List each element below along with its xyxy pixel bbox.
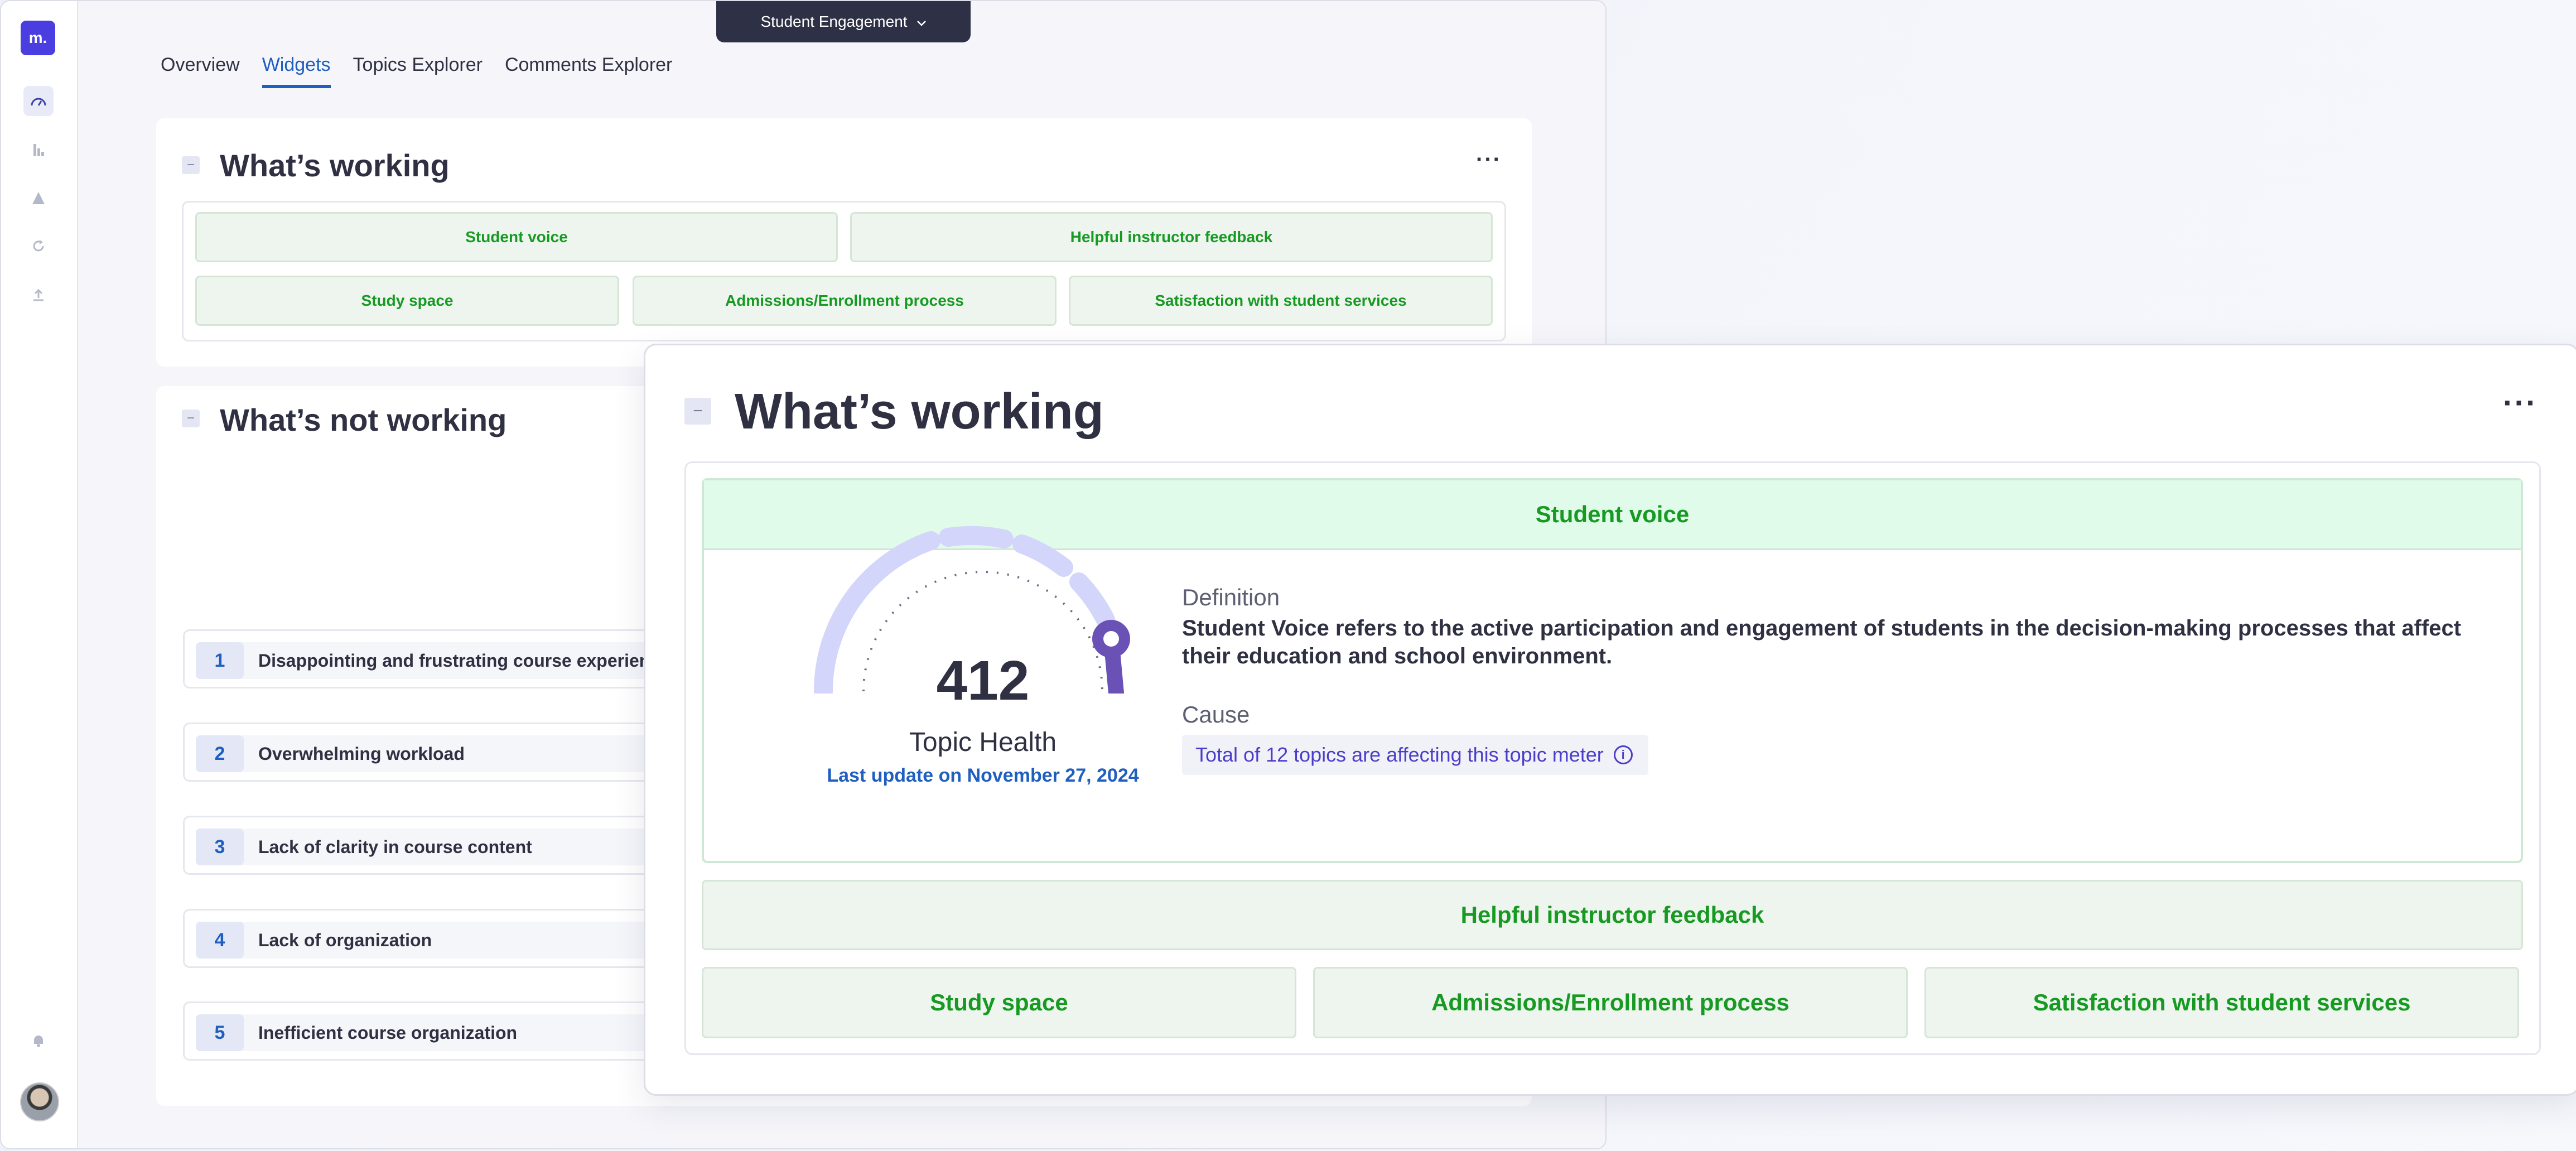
- bell-icon[interactable]: [23, 1025, 54, 1056]
- card-title: What’s working: [220, 148, 450, 183]
- topic-chip[interactable]: Study space: [195, 276, 619, 326]
- tab-comments-explorer[interactable]: Comments Explorer: [505, 54, 672, 88]
- tab-topics-explorer[interactable]: Topics Explorer: [353, 54, 483, 88]
- topic-chip[interactable]: Satisfaction with student services: [1924, 967, 2519, 1038]
- gauge-caption: Topic Health: [909, 728, 1057, 757]
- hierarchy-icon[interactable]: [23, 183, 54, 213]
- collapse-icon[interactable]: −: [182, 156, 200, 174]
- tab-overview[interactable]: Overview: [161, 54, 240, 88]
- more-options-icon[interactable]: ···: [2503, 384, 2538, 421]
- tab-widgets[interactable]: Widgets: [262, 54, 331, 88]
- definition-label: Definition: [1182, 584, 1280, 610]
- rank-number: 4: [196, 922, 244, 959]
- avatar[interactable]: [20, 1082, 59, 1121]
- widget-popup: − What’s working ··· Student voice 412 T…: [644, 344, 2576, 1096]
- rank-number: 3: [196, 829, 244, 865]
- list-item[interactable]: 3 Lack of clarity in course content: [183, 816, 663, 875]
- app-logo[interactable]: m.: [21, 21, 55, 55]
- topic-health-gauge: 412 Topic Health Last update on November…: [782, 509, 1184, 786]
- dashboard-selector[interactable]: Student Engagement: [716, 1, 971, 42]
- bar-chart-icon[interactable]: [23, 135, 54, 165]
- refresh-icon[interactable]: [23, 231, 54, 261]
- more-options-icon[interactable]: ···: [1476, 147, 1502, 172]
- upload-icon[interactable]: [23, 280, 54, 310]
- list-item-label: Lack of organization: [258, 930, 432, 950]
- collapse-icon[interactable]: −: [182, 410, 200, 427]
- last-update-text: Last update on November 27, 2024: [827, 765, 1139, 786]
- tab-bar: Overview Widgets Topics Explorer Comment…: [161, 54, 672, 88]
- topic-chip[interactable]: Helpful instructor feedback: [702, 880, 2523, 950]
- list-item-label: Overwhelming workload: [258, 744, 465, 764]
- topic-chip[interactable]: Student voice: [195, 212, 838, 262]
- cause-pill[interactable]: Total of 12 topics are affecting this to…: [1182, 735, 1648, 775]
- info-icon[interactable]: i: [1613, 745, 1633, 764]
- topic-chip[interactable]: Satisfaction with student services: [1069, 276, 1493, 326]
- definition-text: Student Voice refers to the active parti…: [1182, 616, 2462, 668]
- whats-working-card: − What’s working ··· Student voice Helpf…: [156, 118, 1532, 367]
- rank-number: 5: [196, 1014, 244, 1051]
- gauge-value: 412: [936, 649, 1030, 712]
- chevron-down-icon: [916, 13, 927, 31]
- topic-chip[interactable]: Helpful instructor feedback: [850, 212, 1493, 262]
- list-item[interactable]: 2 Overwhelming workload: [183, 723, 663, 782]
- topic-chip[interactable]: Study space: [702, 967, 1296, 1038]
- expanded-topic-panel: Student voice 412 Topic Health Last upda…: [702, 478, 2523, 863]
- cause-label: Cause: [1182, 701, 1250, 728]
- dashboard-icon[interactable]: [23, 86, 54, 116]
- list-item-label: Lack of clarity in course content: [258, 837, 532, 857]
- cause-text: Total of 12 topics are affecting this to…: [1195, 743, 1604, 766]
- rank-number: 1: [196, 642, 244, 679]
- topic-chip[interactable]: Admissions/Enrollment process: [633, 276, 1057, 326]
- list-item[interactable]: 4 Lack of organization: [183, 909, 663, 968]
- list-item-label: Disappointing and frustrating course exp…: [258, 651, 650, 671]
- dashboard-selector-label: Student Engagement: [760, 13, 908, 30]
- card-title: What’s not working: [220, 402, 507, 437]
- collapse-icon[interactable]: −: [684, 398, 711, 425]
- list-item-label: Inefficient course organization: [258, 1023, 518, 1043]
- topic-chip[interactable]: Admissions/Enrollment process: [1313, 967, 1908, 1038]
- list-item[interactable]: 5 Inefficient course organization: [183, 1001, 663, 1061]
- list-item[interactable]: 1 Disappointing and frustrating course ex…: [183, 629, 663, 688]
- sidebar: m.: [1, 1, 78, 1148]
- popup-title: What’s working: [735, 384, 1104, 440]
- rank-number: 2: [196, 735, 244, 772]
